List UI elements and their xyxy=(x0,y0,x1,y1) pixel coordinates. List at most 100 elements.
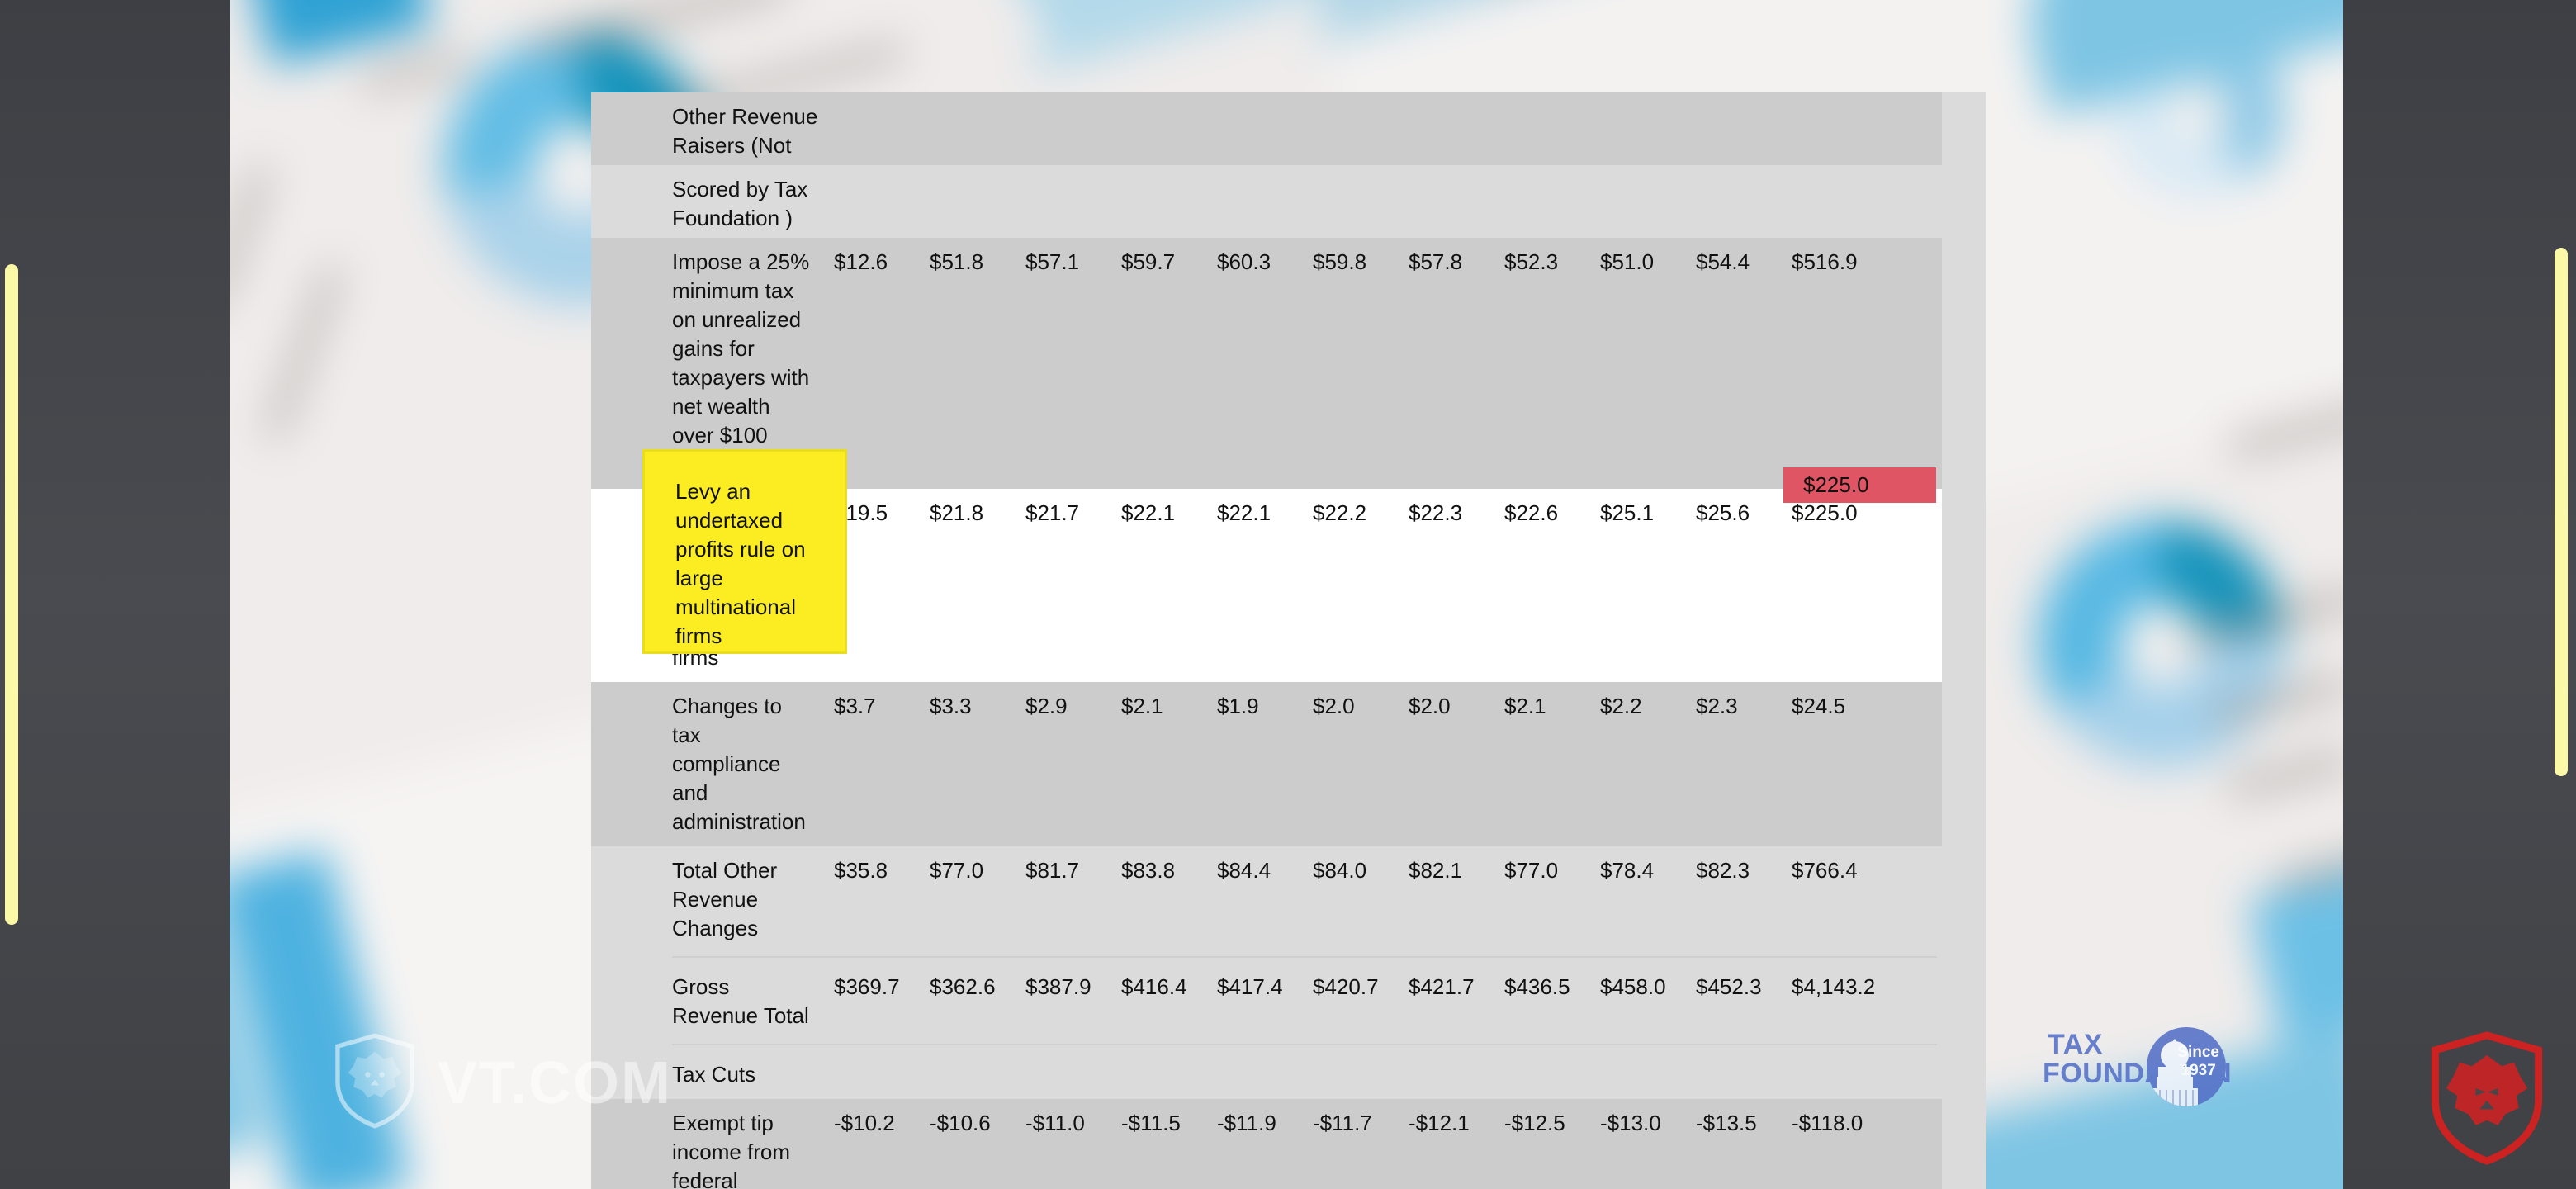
row-value-cell: $82.1 xyxy=(1409,846,1504,895)
row-value-cell xyxy=(1217,1050,1313,1070)
table-row: Exempt tip income from federal income ta… xyxy=(591,1099,1986,1189)
row-value-cell: $21.8 xyxy=(930,489,1025,538)
row-value-cell: $2.1 xyxy=(1121,682,1217,731)
section-header-cont-label: Scored by Tax Foundation ) xyxy=(591,165,834,243)
row-total-cell: $24.5 xyxy=(1792,682,1907,731)
row-value-cell: -$10.2 xyxy=(834,1099,930,1148)
row-label: Gross Revenue Total xyxy=(591,963,834,1040)
row-value-cell: -$13.5 xyxy=(1696,1099,1792,1148)
row-value-cell: $78.4 xyxy=(1600,846,1696,895)
row-total-cell: $516.9 xyxy=(1792,238,1907,287)
row-separator xyxy=(591,1040,1986,1050)
section-header-label: Other Revenue Raisers (Not xyxy=(591,92,834,170)
row-value-cell: $2.0 xyxy=(1409,682,1504,731)
row-value-cell: $369.7 xyxy=(834,963,930,1011)
row-value-cell: $2.0 xyxy=(1313,682,1409,731)
row-value-cell: $35.8 xyxy=(834,846,930,895)
row-value-cell xyxy=(1025,1050,1121,1070)
row-value-cell: $2.2 xyxy=(1600,682,1696,731)
row-value-cell: $83.8 xyxy=(1121,846,1217,895)
table-rows: Impose a 25% minimum tax on unrealized g… xyxy=(591,238,1986,1189)
right-edge-bar xyxy=(2555,248,2568,776)
row-value-cell: $51.0 xyxy=(1600,238,1696,287)
row-value-cell: $81.7 xyxy=(1025,846,1121,895)
table-section-header-continued: Scored by Tax Foundation ) xyxy=(591,165,1986,238)
row-value-cell: $420.7 xyxy=(1313,963,1409,1011)
tax-foundation-logo: Since 1937 TAX FOUNDATION xyxy=(2041,1030,2264,1088)
row-value-cell xyxy=(930,1050,1025,1070)
row-value-cell xyxy=(1600,1050,1696,1070)
row-value-cell: $22.2 xyxy=(1313,489,1409,538)
row-value-cell: $22.1 xyxy=(1217,489,1313,538)
table-row: Total Other Revenue Changes$35.8$77.0$81… xyxy=(591,846,1986,953)
row-value-cell: $2.3 xyxy=(1696,682,1792,731)
table-row: Tax Cuts xyxy=(591,1050,1986,1099)
row-value-cell: $22.3 xyxy=(1409,489,1504,538)
right-gutter xyxy=(2343,0,2576,1189)
row-total-cell: $4,143.2 xyxy=(1792,963,1907,1011)
seal-since-label: Since xyxy=(2177,1044,2219,1062)
row-value-cell: -$12.5 xyxy=(1504,1099,1600,1148)
row-value-cell: $3.7 xyxy=(834,682,930,731)
seal-year-label: 1937 xyxy=(2177,1062,2219,1080)
vt-watermark: VT.COM xyxy=(330,1032,672,1134)
row-value-cell: $77.0 xyxy=(1504,846,1600,895)
row-value-cell xyxy=(1504,1050,1600,1070)
row-value-cell: -$11.0 xyxy=(1025,1099,1121,1148)
row-value-cell: $57.1 xyxy=(1025,238,1121,287)
row-value-cell: $22.1 xyxy=(1121,489,1217,538)
row-value-cell: $82.3 xyxy=(1696,846,1792,895)
row-value-cell xyxy=(1696,1050,1792,1070)
row-value-cell: $452.3 xyxy=(1696,963,1792,1011)
row-value-cell: $3.3 xyxy=(930,682,1025,731)
row-value-cell: -$10.6 xyxy=(930,1099,1025,1148)
lion-shield-icon xyxy=(330,1032,419,1134)
row-value-cell: $54.4 xyxy=(1696,238,1792,287)
row-value-cell xyxy=(1313,1050,1409,1070)
row-value-cell xyxy=(834,1050,930,1070)
row-value-cell: $52.3 xyxy=(1504,238,1600,287)
left-edge-bar xyxy=(5,264,18,925)
row-label: Total Other Revenue Changes xyxy=(591,846,834,953)
row-value-cell: $417.4 xyxy=(1217,963,1313,1011)
row-value-cell: $416.4 xyxy=(1121,963,1217,1011)
row-value-cell: $1.9 xyxy=(1217,682,1313,731)
row-value-cell: $12.6 xyxy=(834,238,930,287)
row-value-cell: -$11.9 xyxy=(1217,1099,1313,1148)
row-value-cell: $25.6 xyxy=(1696,489,1792,538)
screenshot-stage: Other Revenue Raisers (Not Scored by Tax… xyxy=(0,0,2576,1189)
row-value-cell: $25.1 xyxy=(1600,489,1696,538)
row-value-cell: $421.7 xyxy=(1409,963,1504,1011)
left-gutter xyxy=(0,0,230,1189)
row-value-cell: $77.0 xyxy=(930,846,1025,895)
row-value-cell: $22.6 xyxy=(1504,489,1600,538)
row-value-cell: -$11.7 xyxy=(1313,1099,1409,1148)
row-value-cell xyxy=(1121,1050,1217,1070)
row-value-cell: -$11.5 xyxy=(1121,1099,1217,1148)
row-value-cell: $436.5 xyxy=(1504,963,1600,1011)
row-value-cell: $84.0 xyxy=(1313,846,1409,895)
row-label: Impose a 25% minimum tax on unrealized g… xyxy=(591,238,834,489)
row-total-cell: -$118.0 xyxy=(1792,1099,1907,1148)
row-total-cell: $766.4 xyxy=(1792,846,1907,895)
table-row: Impose a 25% minimum tax on unrealized g… xyxy=(591,238,1986,489)
highlight-total-cell: $225.0 xyxy=(1783,467,1936,503)
row-value-cell: $2.9 xyxy=(1025,682,1121,731)
row-value-cell: $2.1 xyxy=(1504,682,1600,731)
table-row: Changes to tax compliance and administra… xyxy=(591,682,1986,846)
row-value-cell: $21.7 xyxy=(1025,489,1121,538)
table-section-header: Other Revenue Raisers (Not xyxy=(591,92,1986,165)
row-value-cell: $59.7 xyxy=(1121,238,1217,287)
table-row: Gross Revenue Total$369.7$362.6$387.9$41… xyxy=(591,963,1986,1040)
highlight-row-label: Levy an undertaxed profits rule on large… xyxy=(675,477,849,651)
row-value-cell: $59.8 xyxy=(1313,238,1409,287)
lion-shield-badge-icon xyxy=(2424,1030,2550,1166)
row-value-cell: $458.0 xyxy=(1600,963,1696,1011)
row-value-cell: $51.8 xyxy=(930,238,1025,287)
row-value-cell: $84.4 xyxy=(1217,846,1313,895)
vt-watermark-text: VT.COM xyxy=(438,1049,672,1117)
row-value-cell: -$13.0 xyxy=(1600,1099,1696,1148)
capitol-dome-seal-icon: Since 1937 xyxy=(2147,1027,2226,1106)
row-value-cell: $387.9 xyxy=(1025,963,1121,1011)
row-value-cell: $362.6 xyxy=(930,963,1025,1011)
